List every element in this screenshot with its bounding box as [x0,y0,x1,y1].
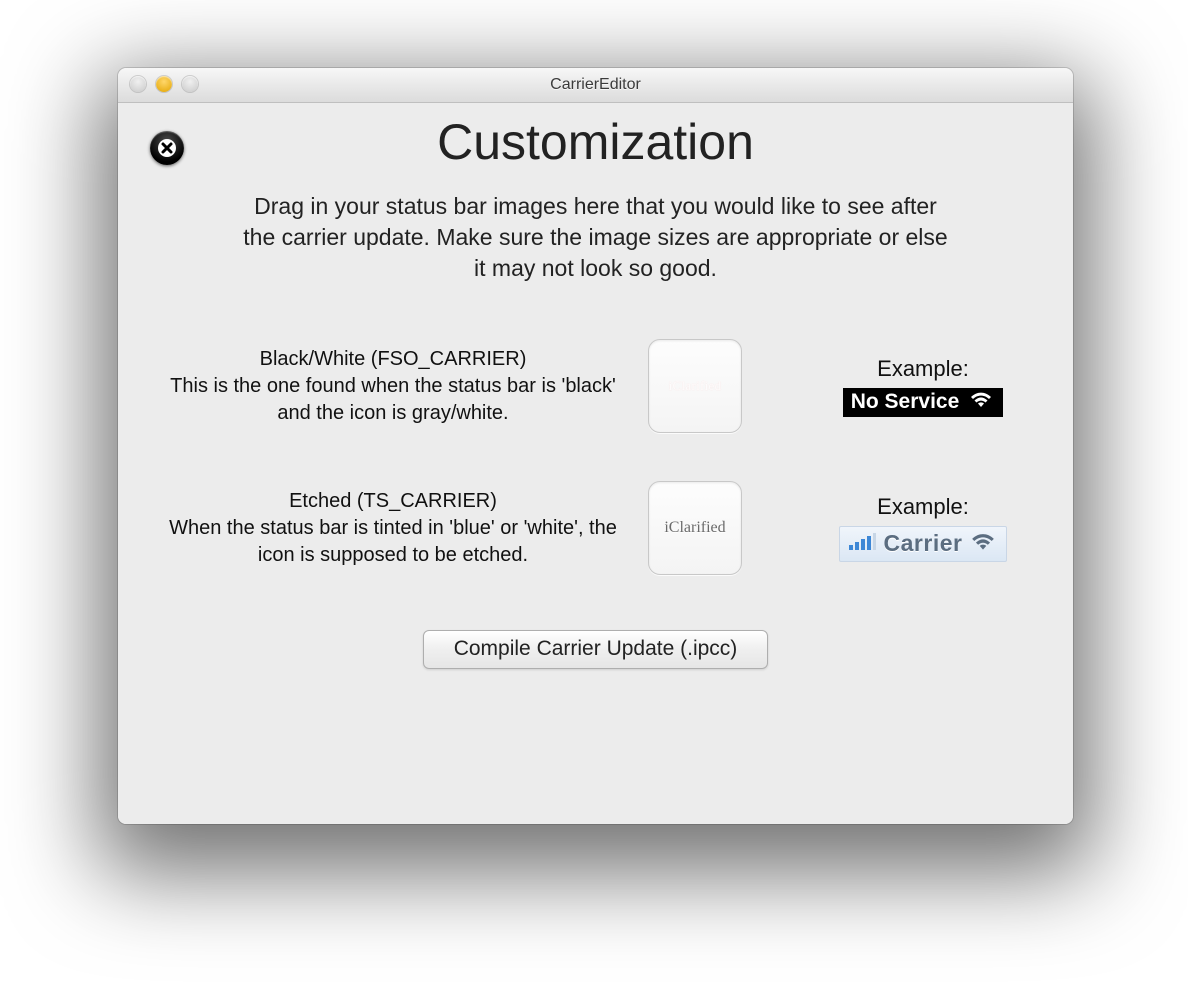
window-close-button[interactable] [130,76,146,92]
row-black-white-text: Black/White (FSO_CARRIER) This is the on… [168,346,618,427]
close-icon [157,138,177,158]
dropwell-black-white[interactable]: iClarified [648,339,742,433]
example-etched-statusbar: Carrier [839,526,1008,562]
compile-button[interactable]: Compile Carrier Update (.ipcc) [423,630,769,669]
row-etched-text: Etched (TS_CARRIER) When the status bar … [168,488,618,569]
example-black-white-label: Example: [788,356,1058,382]
example-etched: Example: Carrier [788,494,1058,562]
wifi-icon [970,531,996,556]
signal-bars-icon [848,531,876,556]
window-body: Customization Drag in your status bar im… [118,113,1073,824]
example-black-white-statusbar: No Service [843,388,1004,417]
dropwell-etched[interactable]: iClarified [648,481,742,575]
example-black-white: Example: No Service [788,356,1058,417]
dropwell-black-white-thumb: iClarified [669,378,722,394]
row-black-white-label: Black/White (FSO_CARRIER) [168,346,618,373]
example-black-white-statusbar-text: No Service [851,390,960,414]
traffic-lights [130,76,198,92]
window-title: CarrierEditor [550,76,641,94]
dropwell-etched-thumb: iClarified [664,519,725,537]
row-etched-label: Etched (TS_CARRIER) [168,488,618,515]
titlebar: CarrierEditor [118,68,1073,103]
row-black-white-description: This is the one found when the status ba… [170,375,616,424]
app-window: CarrierEditor Customization Drag in your… [118,68,1073,824]
page-heading: Customization [118,113,1073,171]
row-black-white: Black/White (FSO_CARRIER) This is the on… [168,339,1023,433]
example-etched-label: Example: [788,494,1058,520]
back-close-badge[interactable] [150,131,184,165]
wifi-icon [969,390,993,414]
row-etched: Etched (TS_CARRIER) When the status bar … [168,481,1023,575]
customization-rows: Black/White (FSO_CARRIER) This is the on… [118,339,1073,575]
example-etched-statusbar-text: Carrier [884,530,963,557]
window-minimize-button[interactable] [156,76,172,92]
page-description: Drag in your status bar images here that… [236,191,956,284]
row-etched-description: When the status bar is tinted in 'blue' … [169,517,617,566]
window-zoom-button[interactable] [182,76,198,92]
